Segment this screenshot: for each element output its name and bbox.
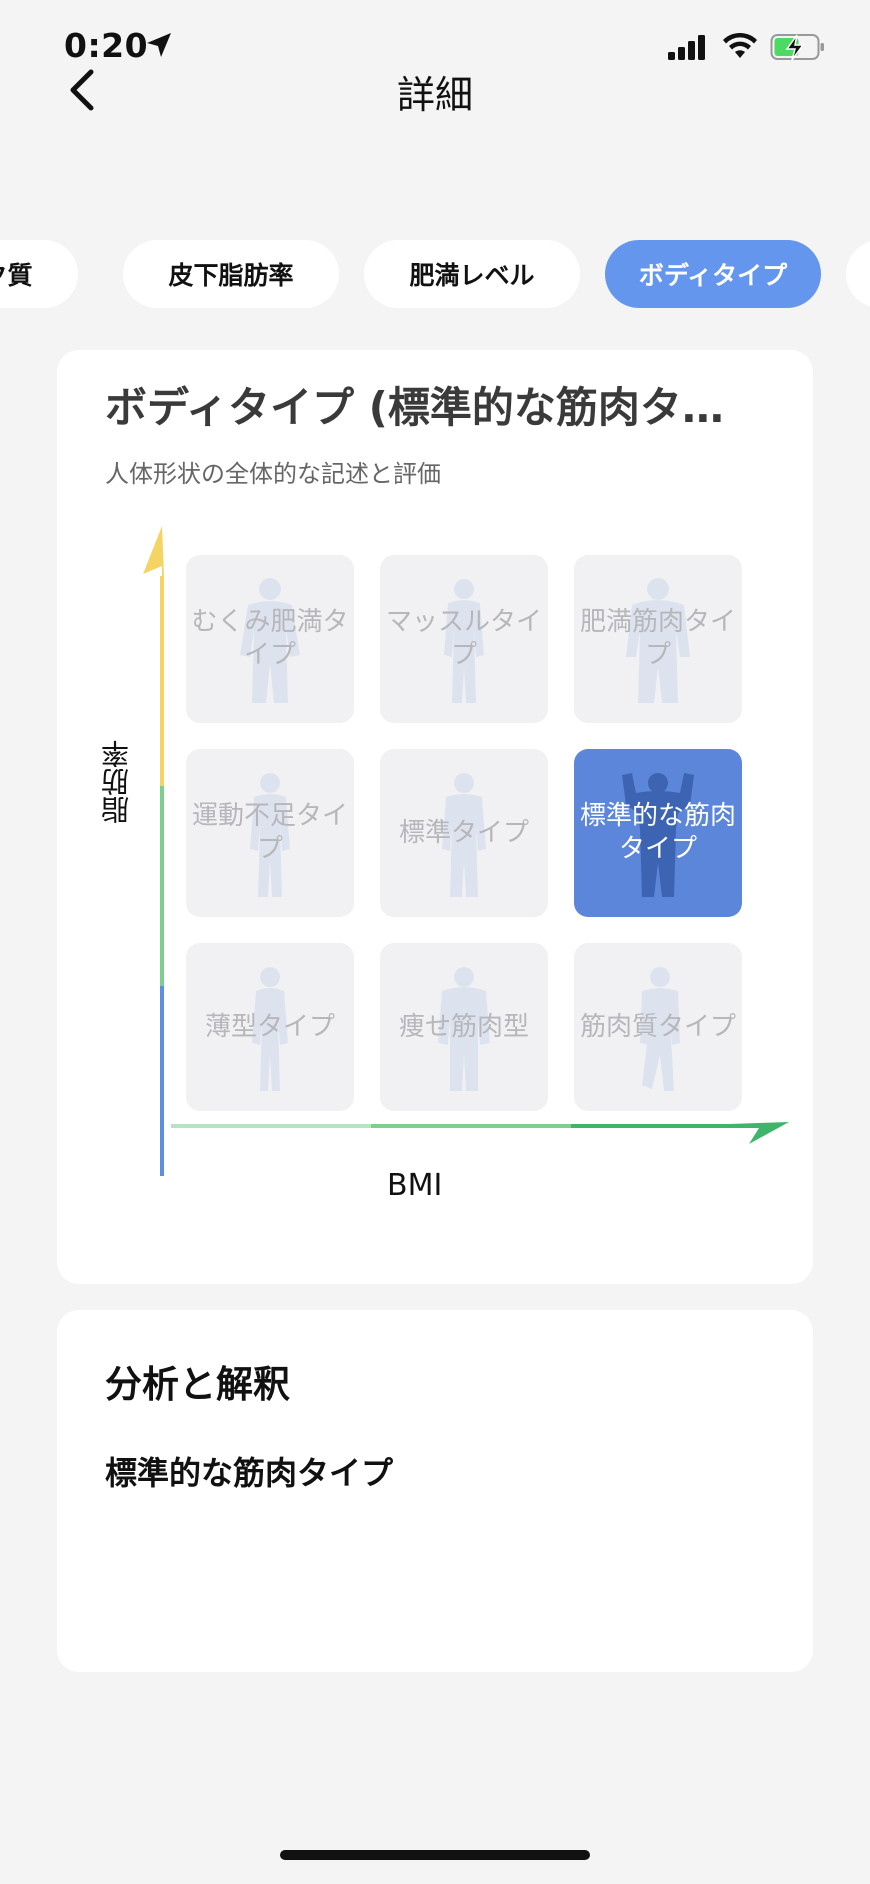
body-type-title: ボディタイプ (標準的な筋肉タイプ) [105, 383, 765, 432]
body-type-label: 薄型タイプ [204, 1011, 335, 1042]
body-type-cell[interactable]: 運動不足タイプ [186, 749, 354, 917]
tab-subcutaneous-fat[interactable]: 皮下脂肪率 [123, 240, 339, 308]
body-type-label: 標準的な筋肉タイプ [579, 801, 736, 864]
home-indicator[interactable] [280, 1850, 590, 1860]
wifi-icon [723, 32, 757, 58]
body-type-cell-selected[interactable]: 標準的な筋肉タイプ [574, 749, 742, 917]
body-type-subtitle: 人体形状の全体的な記述と評価 [105, 460, 441, 488]
analysis-card: 分析と解釈 標準的な筋肉タイプ [57, 1310, 813, 1672]
y-axis-arrow [143, 526, 164, 576]
body-type-cell[interactable]: マッスルタイプ [380, 555, 548, 723]
y-axis-segment-low [160, 986, 164, 1176]
tab-next[interactable] [846, 240, 870, 308]
location-arrow-icon [147, 33, 171, 57]
body-type-label: 運動不足タイプ [191, 801, 348, 864]
page-title: 詳細 [396, 73, 473, 117]
body-type-cell[interactable]: 筋肉質タイプ [574, 943, 742, 1111]
body-type-card: ボディタイプ (標準的な筋肉タイプ) 人体形状の全体的な記述と評価 脂肪率 BM… [57, 350, 813, 1284]
y-axis-segment-mid [160, 786, 164, 986]
body-type-cell[interactable]: 肥満筋肉タイプ [574, 555, 742, 723]
x-axis-line [171, 1122, 789, 1144]
body-type-cell[interactable]: むくみ肥満タイプ [186, 555, 354, 723]
analysis-result: 標準的な筋肉タイプ [105, 1454, 394, 1492]
cellular-signal-icon [668, 35, 705, 60]
y-axis-label: 脂肪率 [100, 740, 133, 824]
y-axis-segment-high [160, 576, 164, 786]
tab-obesity-level[interactable]: 肥満レベル [364, 240, 580, 308]
body-type-label: 肥満筋肉タイプ [579, 607, 736, 670]
status-time: 0:20 [64, 26, 149, 65]
body-type-label: 筋肉質タイプ [579, 1011, 736, 1042]
tab-protein[interactable]: タンパク質 [0, 240, 78, 308]
body-type-cell[interactable]: 標準タイプ [380, 749, 548, 917]
body-type-cell[interactable]: 痩せ筋肉型 [380, 943, 548, 1111]
body-type-cell[interactable]: 薄型タイプ [186, 943, 354, 1111]
body-type-label: 標準タイプ [398, 817, 529, 848]
tab-body-type[interactable]: ボディタイプ [605, 240, 821, 308]
body-type-label: マッスルタイプ [385, 607, 542, 670]
body-type-label: 痩せ筋肉型 [398, 1011, 529, 1042]
body-type-label: むくみ肥満タイプ [191, 607, 349, 670]
metric-tabs: タンパク質 皮下脂肪率 肥満レベル ボディタイプ [0, 240, 870, 310]
analysis-title: 分析と解釈 [105, 1363, 290, 1406]
battery-charging-icon [770, 34, 824, 61]
x-axis-label: BMI [387, 1168, 443, 1203]
